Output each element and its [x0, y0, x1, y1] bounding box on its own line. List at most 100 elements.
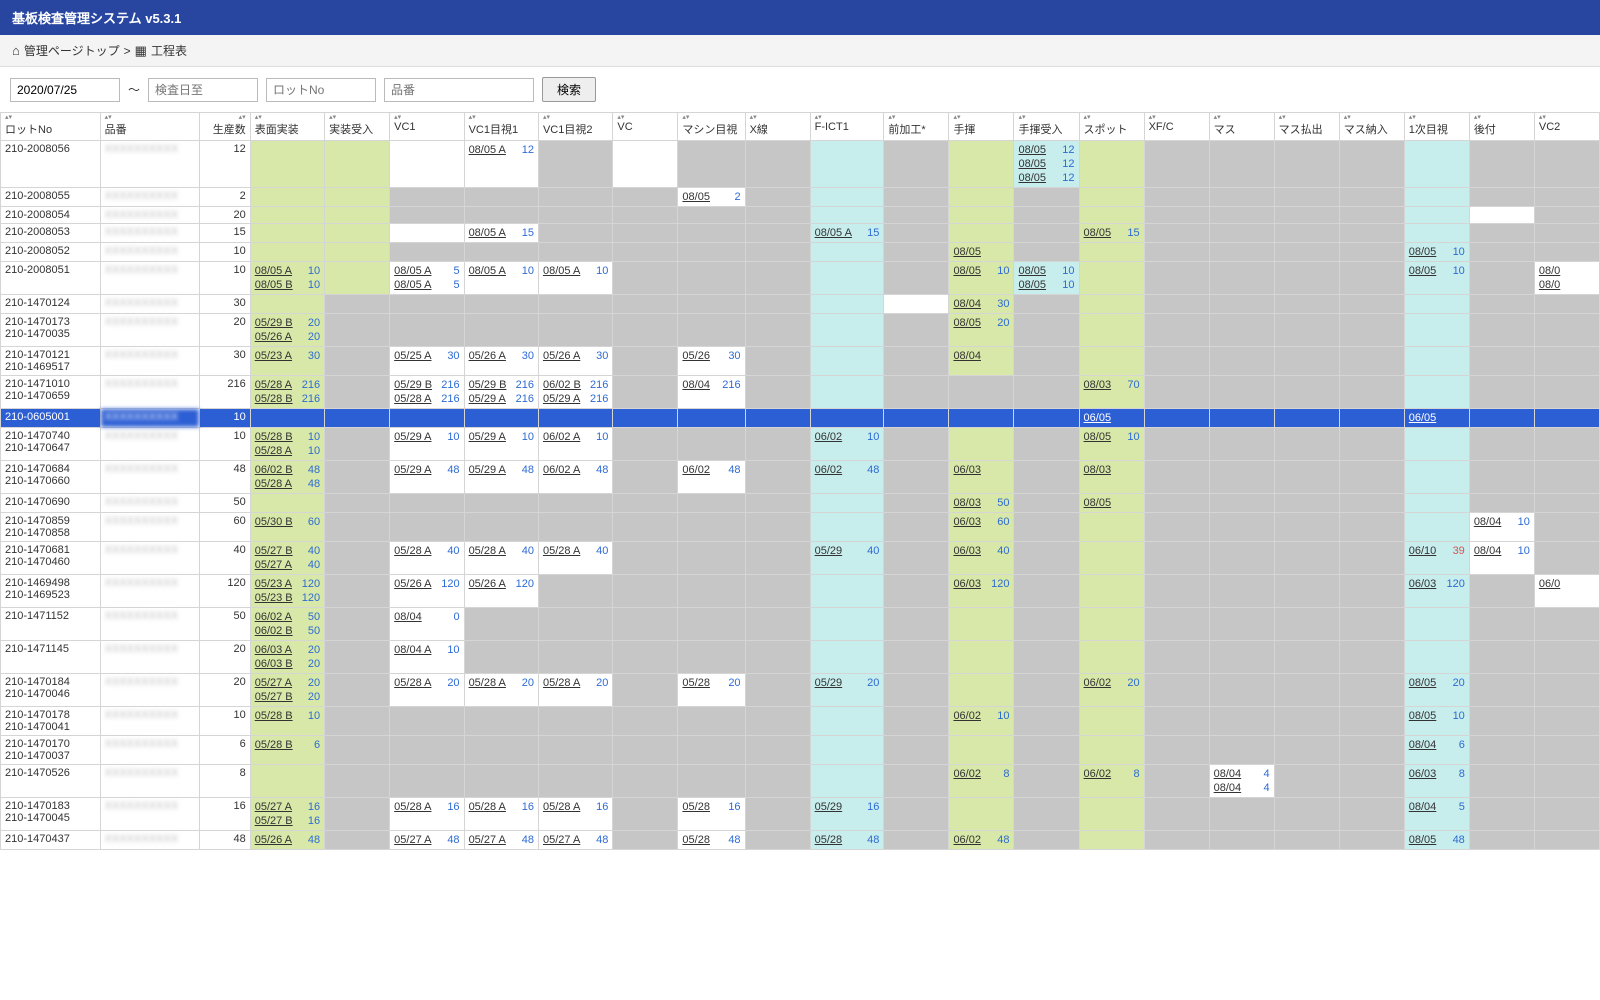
proc-cell[interactable]: 06/0210 [949, 707, 1014, 736]
proc-cell[interactable]: 05/30 B60 [250, 513, 324, 542]
proc-cell[interactable] [884, 207, 949, 224]
proc-cell[interactable] [325, 736, 390, 765]
proc-cell[interactable] [538, 188, 612, 207]
proc-cell[interactable] [538, 641, 612, 674]
proc-cell[interactable] [1469, 409, 1534, 428]
proc-cell[interactable] [1209, 674, 1274, 707]
proc-cell[interactable] [810, 262, 884, 295]
proc-cell[interactable]: 08/05 A12 [464, 141, 538, 188]
proc-cell[interactable] [1079, 641, 1144, 674]
proc-cell[interactable] [1469, 641, 1534, 674]
proc-cell[interactable] [325, 428, 390, 461]
lot-cell[interactable]: 210-0605001 [1, 409, 101, 428]
proc-cell[interactable] [464, 295, 538, 314]
proc-cell[interactable]: 05/28 B1005/28 A10 [250, 428, 324, 461]
proc-cell[interactable] [1339, 831, 1404, 850]
proc-cell[interactable]: 08/0510 [1404, 243, 1469, 262]
proc-cell[interactable] [745, 295, 810, 314]
proc-cell[interactable] [250, 141, 324, 188]
proc-cell[interactable] [325, 608, 390, 641]
proc-cell[interactable] [678, 262, 745, 295]
proc-cell[interactable] [949, 798, 1014, 831]
proc-cell[interactable] [1534, 831, 1599, 850]
proc-cell[interactable] [884, 461, 949, 494]
proc-cell[interactable] [1274, 798, 1339, 831]
col-header[interactable]: ▴▾手揮 [949, 113, 1014, 141]
proc-cell[interactable]: 08/04216 [678, 376, 745, 409]
proc-cell[interactable] [1404, 608, 1469, 641]
proc-cell[interactable] [884, 376, 949, 409]
proc-cell[interactable] [464, 409, 538, 428]
proc-cell[interactable]: 05/27 A1605/27 B16 [250, 798, 324, 831]
proc-cell[interactable]: 05/28 A20 [390, 674, 464, 707]
proc-cell[interactable] [1469, 736, 1534, 765]
proc-cell[interactable] [1274, 262, 1339, 295]
proc-cell[interactable] [538, 314, 612, 347]
proc-cell[interactable] [1339, 674, 1404, 707]
proc-cell[interactable] [538, 765, 612, 798]
proc-cell[interactable] [325, 224, 390, 243]
proc-cell[interactable] [1469, 376, 1534, 409]
proc-cell[interactable] [464, 707, 538, 736]
proc-cell[interactable]: 06/0 [1534, 575, 1599, 608]
proc-cell[interactable] [1339, 736, 1404, 765]
table-row[interactable]: 210-1470124XXXXXXXXXX3008/0430 [1, 295, 1600, 314]
proc-cell[interactable] [1274, 224, 1339, 243]
proc-cell[interactable]: 05/2848 [810, 831, 884, 850]
table-row[interactable]: 210-2008052XXXXXXXXXX1008/0508/0510 [1, 243, 1600, 262]
hin-input[interactable] [384, 78, 534, 102]
proc-cell[interactable] [1079, 188, 1144, 207]
proc-cell[interactable] [745, 542, 810, 575]
proc-cell[interactable] [1339, 141, 1404, 188]
proc-cell[interactable] [1079, 243, 1144, 262]
proc-cell[interactable] [1144, 831, 1209, 850]
proc-cell[interactable]: 06/0220 [1079, 674, 1144, 707]
lot-cell[interactable]: 210-1470170210-1470037 [1, 736, 101, 765]
proc-cell[interactable] [1079, 141, 1144, 188]
proc-cell[interactable] [1339, 513, 1404, 542]
proc-cell[interactable] [949, 141, 1014, 188]
proc-cell[interactable] [1534, 188, 1599, 207]
proc-cell[interactable] [884, 736, 949, 765]
proc-cell[interactable]: 08/04 A10 [390, 641, 464, 674]
proc-cell[interactable] [745, 674, 810, 707]
proc-cell[interactable] [464, 188, 538, 207]
proc-cell[interactable] [678, 409, 745, 428]
proc-cell[interactable]: 08/045 [1404, 798, 1469, 831]
proc-cell[interactable] [250, 207, 324, 224]
proc-cell[interactable] [810, 188, 884, 207]
col-header[interactable]: ▴▾XF/C [1144, 113, 1209, 141]
proc-cell[interactable] [1534, 141, 1599, 188]
proc-cell[interactable] [1404, 641, 1469, 674]
proc-cell[interactable]: 08/0430 [949, 295, 1014, 314]
proc-cell[interactable] [390, 224, 464, 243]
proc-cell[interactable] [1209, 207, 1274, 224]
proc-cell[interactable] [1014, 314, 1079, 347]
proc-cell[interactable] [745, 428, 810, 461]
proc-cell[interactable]: 08/05 [949, 243, 1014, 262]
col-header[interactable]: ▴▾マス納入 [1339, 113, 1404, 141]
proc-cell[interactable] [810, 736, 884, 765]
proc-cell[interactable] [678, 224, 745, 243]
proc-cell[interactable] [1339, 494, 1404, 513]
proc-cell[interactable] [464, 243, 538, 262]
proc-cell[interactable] [678, 707, 745, 736]
table-row[interactable]: 210-1470121210-1469517XXXXXXXXXX3005/23 … [1, 347, 1600, 376]
proc-cell[interactable] [613, 461, 678, 494]
proc-cell[interactable] [325, 542, 390, 575]
proc-cell[interactable] [1079, 295, 1144, 314]
proc-cell[interactable] [884, 188, 949, 207]
col-header[interactable]: ▴▾マス [1209, 113, 1274, 141]
proc-cell[interactable] [325, 513, 390, 542]
proc-cell[interactable]: 08/008/0 [1534, 262, 1599, 295]
proc-cell[interactable] [1404, 513, 1469, 542]
proc-cell[interactable]: 05/28 A40 [464, 542, 538, 575]
proc-cell[interactable]: 08/0510 [1079, 428, 1144, 461]
proc-cell[interactable] [884, 314, 949, 347]
proc-cell[interactable] [613, 798, 678, 831]
table-row[interactable]: 210-1471010210-1470659XXXXXXXXXX21605/28… [1, 376, 1600, 409]
proc-cell[interactable]: 08/0510 [1404, 262, 1469, 295]
proc-cell[interactable] [1274, 765, 1339, 798]
proc-cell[interactable] [1274, 409, 1339, 428]
proc-cell[interactable] [1209, 262, 1274, 295]
